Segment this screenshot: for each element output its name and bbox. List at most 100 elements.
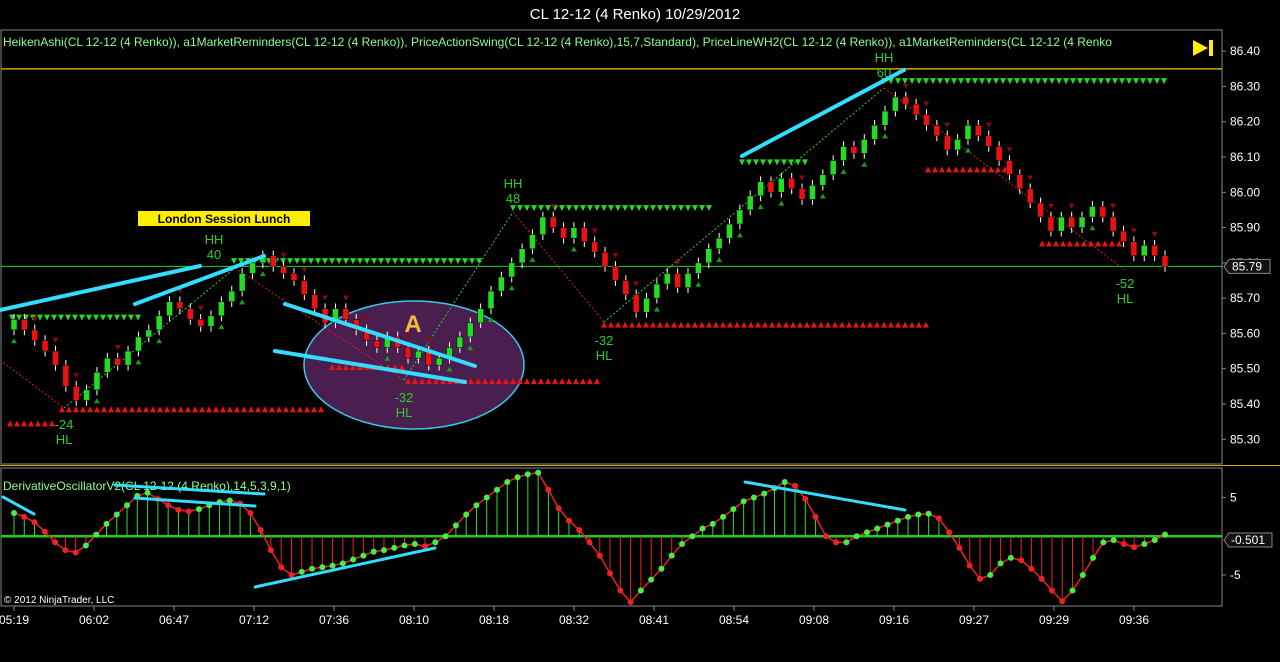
candle-body: [83, 389, 90, 401]
oscillator-point: [329, 562, 336, 569]
candle-body: [871, 125, 878, 140]
oscillator-point: [1131, 544, 1138, 551]
candle-body: [301, 280, 308, 295]
candle-body: [135, 336, 142, 352]
oscillator-point: [195, 506, 202, 513]
oscillator-point: [463, 511, 470, 518]
oscillator-point: [863, 529, 870, 536]
candle-body: [632, 294, 640, 313]
candle-body: [1016, 174, 1024, 190]
swing-hh-1: HH: [205, 232, 224, 247]
oscillator-point: [319, 564, 326, 571]
oscillator-point: [987, 571, 994, 578]
time-tick-label: 08:41: [639, 613, 669, 627]
annotation-letter: A: [404, 311, 421, 338]
oscillator-current-label: -0.501: [1231, 533, 1265, 547]
oscillator-point: [72, 549, 79, 556]
current-price-label: 85.79: [1232, 259, 1262, 273]
play-icon[interactable]: [1190, 37, 1216, 59]
candle-body: [695, 262, 702, 274]
background: [0, 0, 1280, 662]
candle-body: [1089, 206, 1096, 218]
price-tick-label: 85.40: [1230, 397, 1260, 411]
oscillator-point: [267, 547, 274, 554]
oscillator-point: [925, 510, 932, 517]
oscillator-point: [997, 560, 1004, 567]
candle-body: [228, 290, 236, 302]
candle-body: [477, 308, 484, 324]
candle-body: [342, 308, 350, 320]
oscillator-point: [750, 494, 757, 501]
candle-body: [435, 357, 443, 366]
oscillator-point: [442, 533, 449, 540]
candle-body: [612, 266, 619, 281]
candle-body: [176, 301, 184, 309]
oscillator-point: [935, 515, 942, 522]
oscillator-point: [833, 539, 840, 546]
oscillator-point: [504, 478, 511, 485]
price-tick-label: 85.90: [1230, 221, 1260, 235]
oscillator-point: [309, 565, 316, 572]
oscillator-point: [678, 540, 685, 547]
candle-body: [912, 103, 920, 115]
time-tick-label: 08:32: [559, 613, 589, 627]
candle-body: [1109, 216, 1117, 232]
oscillator-point: [761, 490, 768, 497]
candle-body: [539, 216, 547, 235]
oscillator-point: [699, 525, 706, 532]
swing-hl-2: HL: [396, 405, 413, 420]
candle-body: [166, 301, 173, 317]
candle-body: [41, 340, 49, 352]
indicator-line: HeikenAshi(CL 12-12 (4 Renko)), a1Market…: [3, 35, 1112, 49]
candle-body: [269, 255, 277, 267]
price-tick-label: 86.40: [1230, 44, 1260, 58]
oscillator-point: [648, 576, 655, 583]
oscillator-point: [1038, 575, 1045, 582]
swing-hh-2-value: 48: [506, 191, 520, 206]
candle-body: [10, 319, 18, 331]
oscillator-point: [822, 533, 829, 540]
candle-body: [238, 273, 246, 292]
oscillator-point: [607, 570, 614, 577]
oscillator-point: [31, 519, 38, 526]
oscillator-point: [494, 486, 501, 493]
candle-body: [290, 273, 298, 281]
time-tick-label: 06:02: [79, 613, 109, 627]
candle-body: [93, 372, 101, 391]
candle-body: [560, 227, 567, 239]
candle-body: [1006, 160, 1013, 175]
candle-body: [570, 227, 578, 239]
swing-hl-3: HL: [596, 348, 613, 363]
candle-body: [798, 188, 806, 200]
oscillator-point: [124, 502, 131, 509]
oscillator-point: [93, 531, 100, 538]
candle-body: [788, 177, 795, 190]
candle-body: [197, 319, 204, 327]
oscillator-point: [113, 511, 120, 518]
oscillator-point: [1028, 565, 1035, 572]
oscillator-point: [1007, 554, 1014, 561]
oscillator-point: [915, 511, 922, 518]
oscillator-point: [1100, 539, 1107, 546]
oscillator-point: [689, 533, 696, 540]
candle-body: [145, 329, 153, 338]
oscillator-point: [946, 529, 953, 536]
oscillator-point: [432, 539, 439, 546]
candle-body: [1161, 255, 1169, 267]
candle-body: [1037, 202, 1044, 218]
candle-body: [840, 146, 847, 161]
oscillator-point: [576, 527, 583, 534]
oscillator-point: [1110, 537, 1117, 544]
candle-body: [311, 294, 318, 309]
candle-body: [653, 283, 661, 299]
current-price-marker: 85.79: [1223, 258, 1271, 274]
candle-body: [923, 114, 930, 126]
oscillator-point: [627, 599, 634, 606]
oscillator-point: [781, 478, 788, 485]
swing-hh-2: HH: [504, 176, 523, 191]
candle-body: [549, 216, 557, 228]
candle-body: [218, 301, 225, 317]
oscillator-point: [545, 486, 552, 493]
candle-body: [767, 181, 775, 193]
oscillator-point: [1141, 540, 1148, 547]
